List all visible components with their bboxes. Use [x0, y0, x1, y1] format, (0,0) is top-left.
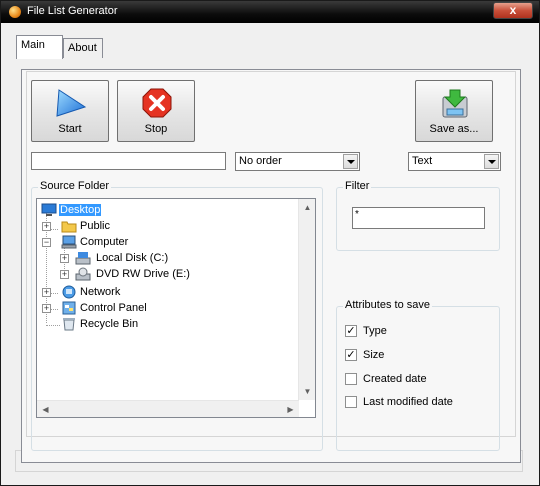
tree-guide — [50, 293, 58, 294]
start-label: Start — [58, 123, 82, 135]
check-icon[interactable]: ✓ — [345, 325, 357, 337]
close-button[interactable]: x — [493, 2, 533, 19]
network-icon — [62, 285, 76, 299]
source-folder-title: Source Folder — [38, 180, 112, 192]
app-window: File List Generator x Main About Start S… — [0, 0, 540, 486]
scroll-down-icon[interactable]: ▼ — [299, 383, 316, 400]
save-as-label: Save as... — [429, 123, 479, 135]
format-select-value: Text — [412, 155, 433, 167]
checkbox-empty[interactable] — [345, 396, 357, 408]
tree-guide — [50, 229, 58, 230]
collapse-minus-icon[interactable]: − — [42, 238, 51, 247]
window-title: File List Generator — [27, 5, 118, 17]
tree-node-label: Recycle Bin — [80, 318, 139, 330]
scroll-left-icon[interactable]: ◀ — [37, 401, 54, 418]
attributes-title: Attributes to save — [343, 299, 432, 311]
tree-node-label: Public — [80, 220, 110, 232]
filter-input[interactable] — [352, 207, 485, 229]
expand-plus-icon[interactable]: + — [42, 222, 51, 231]
tree-node-label: Computer — [80, 236, 129, 248]
play-triangle-icon — [56, 89, 87, 117]
tab-about[interactable]: About — [63, 38, 103, 58]
desktop-icon — [41, 203, 57, 216]
scroll-up-icon[interactable]: ▲ — [299, 199, 316, 216]
tree-guide — [50, 309, 58, 310]
check-icon[interactable]: ✓ — [345, 349, 357, 361]
stop-x-icon — [142, 88, 172, 118]
dvd-drive-icon — [75, 267, 91, 281]
expand-plus-icon[interactable]: + — [60, 270, 69, 279]
recycle-bin-icon — [63, 318, 75, 331]
attr-created-date-label: Created date — [363, 373, 427, 385]
tree-node-label: Control Panel — [80, 302, 147, 314]
save-as-button[interactable]: Save as... — [415, 80, 493, 142]
hard-disk-icon — [75, 252, 91, 265]
expand-plus-icon[interactable]: + — [42, 304, 51, 313]
order-select-value: No order — [239, 155, 282, 167]
tree-vertical-scrollbar[interactable]: ▲ ▼ — [298, 199, 315, 400]
path-input[interactable] — [31, 152, 226, 170]
order-select[interactable]: No order — [235, 152, 360, 171]
expand-plus-icon[interactable]: + — [42, 288, 51, 297]
chevron-down-icon[interactable] — [484, 154, 499, 169]
tab-main[interactable]: Main — [16, 35, 63, 59]
filter-title: Filter — [343, 180, 372, 192]
scroll-right-icon[interactable]: ▶ — [282, 401, 299, 418]
start-button[interactable]: Start — [31, 80, 109, 142]
chevron-down-icon[interactable] — [343, 154, 358, 169]
tree-node-label: Desktop — [59, 204, 102, 216]
checkbox-empty[interactable] — [345, 373, 357, 385]
tree-guide — [46, 325, 60, 326]
attr-type-label: Type — [363, 325, 387, 337]
folder-icon — [61, 221, 77, 233]
stop-button[interactable]: Stop — [117, 80, 195, 142]
folder-tree[interactable]: Desktop + Public − Computer + Local Disk… — [36, 198, 316, 418]
tree-node-label: Local Disk (C:) — [96, 252, 169, 264]
tree-horizontal-scrollbar[interactable]: ◀ ▶ — [37, 400, 299, 417]
tab-main-label: Main — [21, 39, 45, 51]
format-select[interactable]: Text — [408, 152, 501, 171]
tab-about-label: About — [68, 42, 97, 54]
app-icon — [9, 6, 21, 18]
attr-size-label: Size — [363, 349, 385, 361]
tree-node-label: Network — [80, 286, 121, 298]
control-panel-icon — [62, 301, 76, 315]
tree-node-label: DVD RW Drive (E:) — [96, 268, 190, 280]
expand-plus-icon[interactable]: + — [60, 254, 69, 263]
computer-icon — [61, 235, 77, 249]
attr-last-modified-date-label: Last modified date — [363, 396, 453, 408]
stop-label: Stop — [144, 123, 168, 135]
save-disk-icon — [442, 89, 468, 118]
title-bar[interactable]: File List Generator x — [1, 1, 539, 23]
